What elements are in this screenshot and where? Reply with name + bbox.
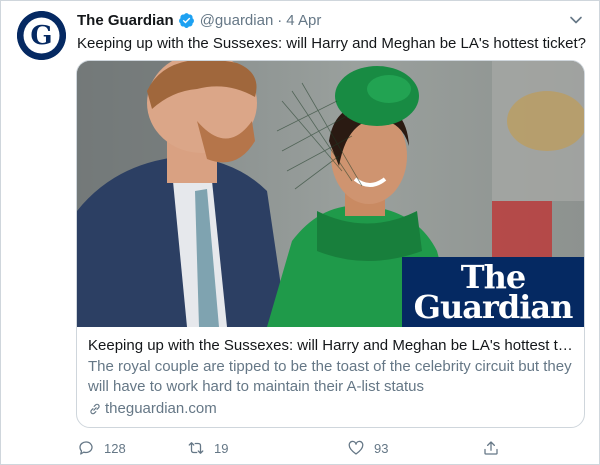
share-icon [484,441,498,455]
account-name[interactable]: The Guardian [77,12,174,29]
link-icon [90,403,100,415]
heart-icon [348,440,364,455]
link-card[interactable]: The Guardian Keeping up with the Sussexe… [76,60,585,428]
chevron-down-icon[interactable] [569,13,583,27]
card-image: The Guardian [77,61,584,327]
share-button[interactable] [482,437,509,459]
tweet-header: The Guardian @guardian · 4 Apr [77,10,321,30]
avatar-letter: G [30,21,52,51]
retweet-icon [188,442,204,454]
guardian-logo: The Guardian [402,257,584,327]
tweet[interactable]: G The Guardian @guardian · 4 Apr Keeping… [0,0,600,465]
avatar[interactable]: G [17,11,66,60]
retweet-count: 19 [214,440,229,456]
logo-line-2: Guardian [413,288,574,326]
account-handle[interactable]: @guardian [200,12,274,29]
tweet-date[interactable]: 4 Apr [286,12,321,29]
reply-button[interactable]: 128 [77,437,126,459]
card-domain: theguardian.com [88,399,573,419]
card-description: The royal couple are tipped to be the to… [88,358,572,395]
retweet-button[interactable]: 19 [187,437,228,459]
card-title: Keeping up with the Sussexes: will Harry… [88,337,574,354]
reply-count: 128 [104,440,126,456]
tweet-text: Keeping up with the Sussexes: will Harry… [77,35,586,52]
verified-badge-icon [178,12,194,28]
like-count: 93 [374,440,389,456]
card-body: Keeping up with the Sussexes: will Harry… [77,327,584,419]
tweet-actions: 128 19 93 [77,437,507,459]
separator-dot: · [277,11,283,29]
reply-icon [79,441,93,455]
card-domain-text: theguardian.com [105,400,217,417]
like-button[interactable]: 93 [347,437,388,459]
